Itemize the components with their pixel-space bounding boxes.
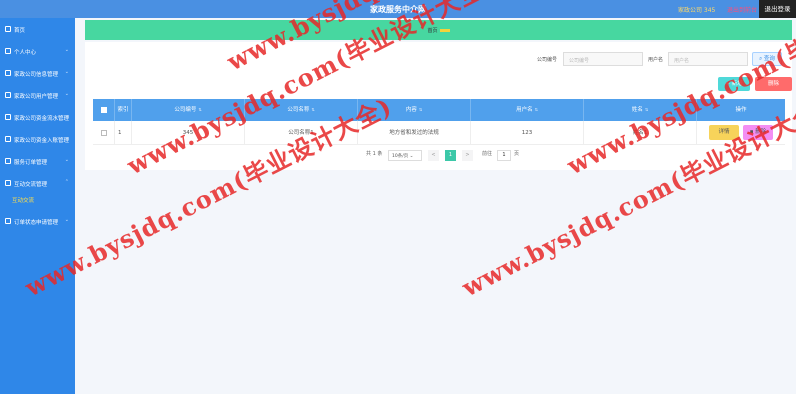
cell-index: 1 bbox=[115, 121, 132, 145]
chevron-down-icon: ⌄ bbox=[64, 47, 69, 53]
sidebar-item-label: 个人中心 bbox=[14, 50, 37, 56]
chevron-down-icon: ⌄ bbox=[64, 217, 69, 223]
sidebar-item-label: 订单状态申请管理 bbox=[14, 220, 59, 226]
menu-icon bbox=[5, 92, 11, 98]
back-to-frontend-link[interactable]: 退出到前台 bbox=[727, 5, 757, 14]
pagination-total: 共 1 条 bbox=[366, 151, 383, 157]
sidebar-item-label: 服务订单管理 bbox=[14, 160, 48, 166]
sidebar-item-label: 家政公司用户管理 bbox=[14, 94, 59, 100]
menu-icon bbox=[5, 70, 11, 76]
select-all-checkbox[interactable] bbox=[100, 106, 107, 113]
sidebar-item-company-info[interactable]: 家政公司信息管理 ⌄ bbox=[0, 62, 75, 84]
prev-page-button[interactable]: < bbox=[428, 150, 439, 161]
column-header: 索引 bbox=[115, 99, 132, 121]
sidebar-item-fund-income[interactable]: 家政公司资金入账管理 ⌄ bbox=[0, 128, 75, 150]
sidebar-item-label: 互动交流管理 bbox=[14, 182, 48, 188]
sort-icon: ⇅ bbox=[311, 107, 315, 112]
sidebar-item-label: 首页 bbox=[14, 28, 26, 34]
sidebar-item-profile[interactable]: 个人中心 ⌄ bbox=[0, 40, 75, 62]
menu-icon bbox=[5, 114, 11, 120]
menu-icon bbox=[5, 136, 11, 142]
next-page-button[interactable]: > bbox=[462, 150, 473, 161]
sort-icon: ⇅ bbox=[534, 107, 538, 112]
logout-button[interactable]: 退出登录 bbox=[759, 0, 796, 18]
username-label: 用户名 bbox=[648, 57, 664, 63]
menu-icon bbox=[5, 158, 11, 164]
user-icon bbox=[5, 48, 11, 54]
sidebar-item-company-users[interactable]: 家政公司用户管理 ⌄ bbox=[0, 84, 75, 106]
sidebar-item-interaction[interactable]: 互动交流管理 ⌃ bbox=[0, 172, 75, 194]
sort-icon: ⇅ bbox=[418, 107, 423, 112]
goto-page-input[interactable]: 1 bbox=[497, 150, 511, 161]
sidebar: 首页 个人中心 ⌄ 家政公司信息管理 ⌄ 家政公司用户管理 ⌄ 家政公司资金流水… bbox=[0, 18, 75, 394]
menu-icon bbox=[5, 180, 11, 186]
chevron-down-icon: ⌄ bbox=[64, 113, 69, 119]
page-size-select[interactable]: 10条/页 ⌄ bbox=[388, 150, 422, 161]
sidebar-item-label: 家政公司资金流水管理 bbox=[14, 116, 70, 122]
sidebar-subitem-interaction[interactable]: 互动交流 bbox=[12, 196, 34, 204]
menu-icon bbox=[5, 218, 11, 224]
chevron-down-icon: ⌄ bbox=[64, 69, 69, 75]
goto-label: 前往 bbox=[482, 151, 493, 157]
column-header[interactable]: 用户名 ⇅ bbox=[471, 99, 584, 121]
sidebar-item-label: 家政公司资金入账管理 bbox=[14, 138, 70, 144]
chevron-down-icon: ⌄ bbox=[64, 157, 69, 163]
sidebar-item-home[interactable]: 首页 bbox=[0, 18, 75, 40]
chevron-down-icon: ⌄ bbox=[64, 135, 69, 141]
home-icon bbox=[5, 26, 11, 32]
company-id-label: 公司编号 bbox=[537, 57, 558, 63]
sidebar-item-fund-flow[interactable]: 家政公司资金流水管理 ⌄ bbox=[0, 106, 75, 128]
sidebar-item-order-status[interactable]: 订单状态申请管理 ⌄ bbox=[0, 210, 75, 232]
chevron-down-icon: ⌄ bbox=[64, 91, 69, 97]
row-select-cell bbox=[93, 121, 115, 145]
chevron-up-icon: ⌃ bbox=[64, 179, 69, 185]
current-user-label: 家政公司 345 bbox=[678, 7, 716, 14]
breadcrumb-separator bbox=[439, 29, 450, 32]
cell-username: 123 bbox=[471, 121, 584, 145]
select-all-cell bbox=[93, 99, 115, 121]
company-id-input[interactable]: 公司编号 bbox=[563, 52, 643, 66]
page-button-current[interactable]: 1 bbox=[445, 150, 456, 161]
page-unit-label: 页 bbox=[514, 151, 520, 157]
row-checkbox[interactable] bbox=[100, 129, 107, 136]
sidebar-item-label: 家政公司信息管理 bbox=[14, 72, 59, 78]
sidebar-item-orders[interactable]: 服务订单管理 ⌄ bbox=[0, 150, 75, 172]
